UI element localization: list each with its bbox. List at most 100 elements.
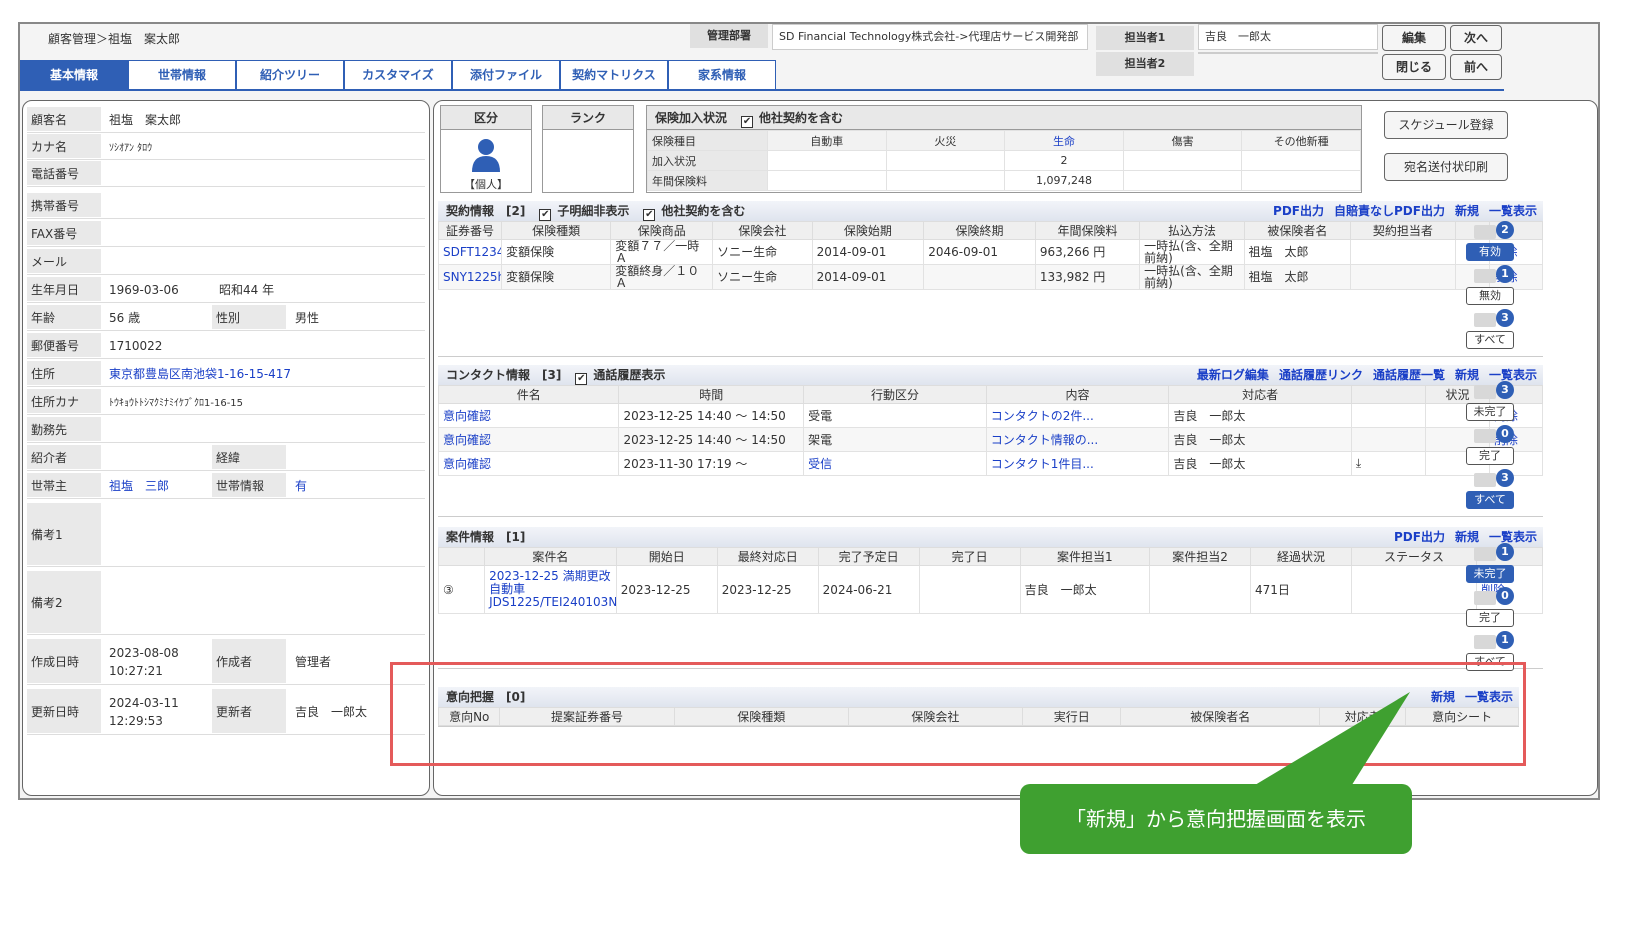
column-header <box>437 547 486 566</box>
count-badge: 3 <box>1496 469 1514 487</box>
section-link[interactable]: 一覧表示 <box>1489 204 1537 218</box>
tab-basic[interactable]: 基本情報 <box>20 60 128 90</box>
coverage-cell <box>885 170 1006 191</box>
section-link[interactable]: PDF出力 <box>1273 204 1324 218</box>
created-time: 10:27:21 <box>109 663 163 678</box>
count-badge: 3 <box>1496 381 1514 399</box>
filter-button[interactable]: 未完了 <box>1466 565 1514 583</box>
cell-link[interactable]: コンタクト1件目... <box>985 451 1170 476</box>
table-cell: 変額保険 <box>501 264 612 290</box>
cell-link[interactable]: SDFT12345 <box>437 239 503 265</box>
cell-link[interactable]: 意向確認 <box>437 403 620 428</box>
section-link[interactable]: 一覧表示 <box>1489 368 1537 382</box>
updated-date: 2024-03-11 <box>109 695 179 710</box>
table-cell: 2023-12-25 <box>615 565 718 614</box>
table-cell <box>1350 403 1427 428</box>
kubun-box: 区分 【個人】 <box>440 105 532 193</box>
count-badge: 1 <box>1496 265 1514 283</box>
filter-button[interactable]: すべて <box>1466 331 1514 349</box>
section-link[interactable]: 新規 <box>1455 204 1479 218</box>
cell-link[interactable]: SNY1225hen <box>437 264 503 290</box>
filter-button[interactable]: 完了 <box>1466 447 1514 465</box>
row-work: 勤務先 <box>27 417 425 443</box>
tab-underline <box>20 89 1504 91</box>
household-head-link[interactable]: 祖塩 三郎 <box>109 473 169 498</box>
table-cell <box>1350 239 1456 265</box>
tab-household[interactable]: 世帯情報 <box>128 60 236 90</box>
column-header: 被保険者名 <box>1243 221 1352 240</box>
call-history-label: 通話履歴表示 <box>593 368 666 382</box>
hide-details-checkbox[interactable]: ✔ <box>539 209 552 221</box>
column-header: 経過状況 <box>1250 547 1352 566</box>
contracts-section: 契約情報 [2] ✔ 子明細非表示 ✔ 他社契約を含む PDF出力 自賠責なしPDF出力 新規… <box>437 201 1544 357</box>
table-header-row: 案件名 開始日 最終対応日 完了予定日 完了日 案件担当1 案件担当2 経過状況 ステータス <box>437 547 1543 566</box>
folder-icon <box>1474 547 1496 561</box>
cell-link[interactable]: 2023-12-25 満期更改 自動車 JDS1225/TEI240103N <box>484 565 617 614</box>
coverage-cell: 年間保険料 <box>647 170 768 191</box>
label: FAX番号 <box>27 221 101 245</box>
customer-age: 56 歳 <box>109 311 141 325</box>
tab-family[interactable]: 家系情報 <box>668 60 776 90</box>
section-link[interactable]: 通話履歴一覧 <box>1373 368 1445 382</box>
created-date: 2023-08-08 <box>109 645 179 660</box>
row-fax: FAX番号 <box>27 221 425 247</box>
contracts-header: 契約情報 [2] ✔ 子明細非表示 ✔ 他社契約を含む PDF出力 自賠責なしPDF出力 新規… <box>438 201 1543 221</box>
next-button[interactable]: 次へ <box>1450 25 1502 51</box>
label: 更新日時 <box>27 689 101 733</box>
call-history-checkbox[interactable]: ✔ <box>575 373 588 385</box>
coverage-cell: 加入状況 <box>647 150 768 171</box>
tab-customize[interactable]: カスタマイズ <box>344 60 452 90</box>
edit-button[interactable]: 編集 <box>1382 25 1446 51</box>
column-header: 対応者 <box>1168 385 1352 404</box>
customer-sex: 男性 <box>295 311 320 325</box>
label: 備考1 <box>27 503 101 565</box>
include-other-contracts-checkbox[interactable]: ✔ <box>643 209 656 221</box>
cell-link[interactable]: 意向確認 <box>437 451 620 476</box>
section-link[interactable]: 新規 <box>1455 368 1479 382</box>
label: 紹介者 <box>27 445 101 469</box>
staff2-field[interactable] <box>1198 52 1378 54</box>
callout-pointer <box>1250 692 1410 788</box>
schedule-button[interactable]: スケジュール登録 <box>1384 111 1508 139</box>
row-created: 作成日時 2023-08-08 10:27:21 作成者 管理者 <box>27 639 425 685</box>
tab-referral[interactable]: 紹介ツリー <box>236 60 344 90</box>
staff1-field[interactable]: 吉良 一郎太 <box>1198 24 1378 50</box>
tab-contract-matrix[interactable]: 契約マトリクス <box>560 60 668 90</box>
folder-count-icon: 0 <box>1474 587 1518 607</box>
close-button[interactable]: 閉じる <box>1382 54 1446 80</box>
cell-link[interactable]: コンタクトの2件... <box>985 403 1170 428</box>
filter-button[interactable]: 未完了 <box>1466 403 1514 421</box>
section-link[interactable]: 通話履歴リンク <box>1279 368 1363 382</box>
coverage-row: 保険種目 自動車 火災 生命 傷害 その他新種 <box>647 130 1361 151</box>
label: 更新者 <box>212 689 286 733</box>
cell-link[interactable]: 意向確認 <box>437 427 620 452</box>
section-link[interactable]: 最新ログ編集 <box>1197 368 1269 382</box>
folder-count-icon: 1 <box>1474 265 1518 285</box>
section-link[interactable]: PDF出力 <box>1394 530 1445 544</box>
tab-attachments[interactable]: 添付ファイル <box>452 60 560 90</box>
print-address-button[interactable]: 宛名送付状印刷 <box>1384 153 1508 181</box>
filter-button[interactable]: 完了 <box>1466 609 1514 627</box>
section-link[interactable]: 新規 <box>1455 530 1479 544</box>
dept-field[interactable]: SD Financial Technology株式会社->代理店サービス開発部 <box>772 24 1088 50</box>
column-header: 証券番号 <box>437 221 503 240</box>
include-other-contracts-label: 他社契約を含む <box>661 204 746 218</box>
section-link[interactable]: 自賠責なしPDF出力 <box>1334 204 1445 218</box>
household-info-link[interactable]: 有 <box>295 473 307 498</box>
table-cell: 変額終身／１０Ａ <box>610 264 714 290</box>
customer-zip: 1710022 <box>109 338 163 353</box>
section-link[interactable]: 一覧表示 <box>1489 530 1537 544</box>
filter-button[interactable]: 有効 <box>1466 243 1514 261</box>
coverage-cell: 1,097,248 <box>1004 170 1124 191</box>
prev-button[interactable]: 前へ <box>1450 54 1502 80</box>
row-address: 住所 東京都豊島区南池袋1-16-15-417 <box>27 361 425 387</box>
customer-address-link[interactable]: 東京都豊島区南池袋1-16-15-417 <box>109 361 291 386</box>
table-cell: 吉良 一郎太 <box>1168 451 1352 476</box>
include-other-checkbox[interactable]: ✔ <box>741 116 754 128</box>
folder-count-icon: 3 <box>1474 309 1518 329</box>
count-badge: 0 <box>1496 425 1514 443</box>
filter-button[interactable]: 無効 <box>1466 287 1514 305</box>
filter-button[interactable]: すべて <box>1466 491 1514 509</box>
cell-link[interactable]: コンタクト情報の... <box>985 427 1170 452</box>
table-cell: 吉良 一郎太 <box>1168 427 1352 452</box>
